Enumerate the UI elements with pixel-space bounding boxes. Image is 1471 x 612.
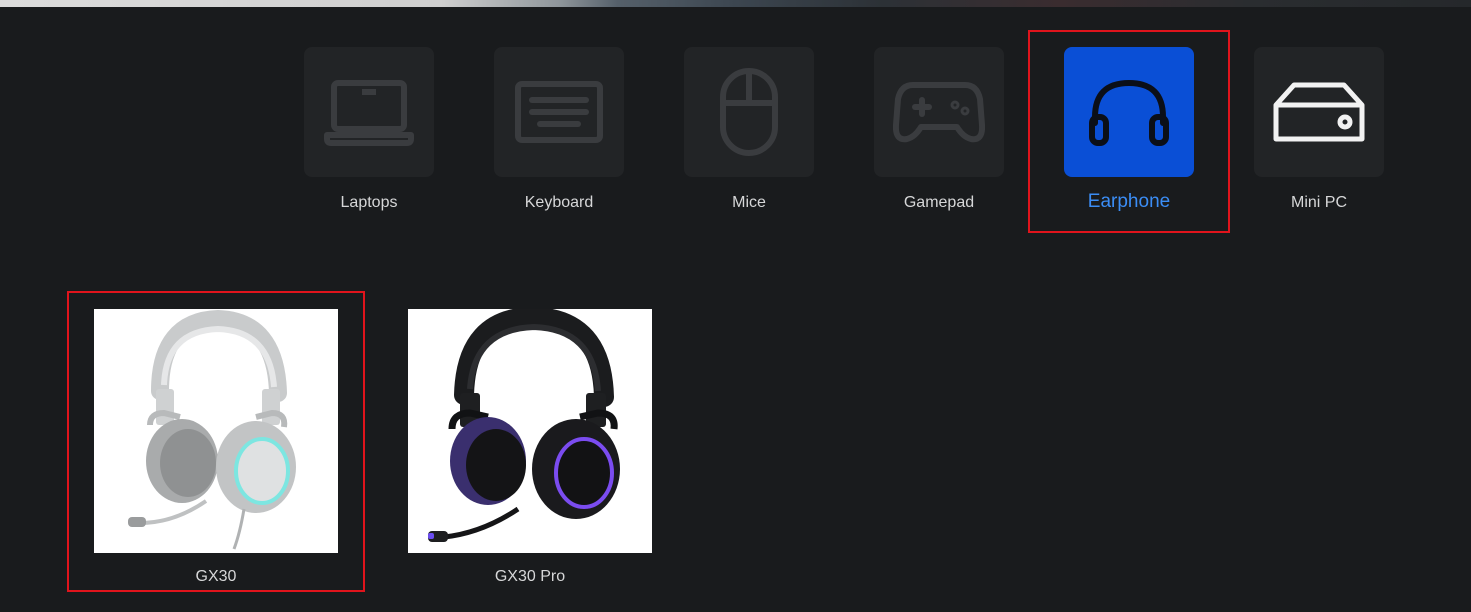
category-label: Laptops [340, 194, 398, 211]
category-mice[interactable]: Mice [684, 47, 814, 213]
category-tile[interactable] [684, 47, 814, 177]
mouse-icon [720, 68, 778, 156]
category-earphone[interactable]: Earphone [1064, 47, 1194, 212]
category-label: Earphone [1087, 191, 1171, 212]
product-image[interactable] [94, 309, 338, 553]
white-headset-image [128, 309, 296, 550]
category-tile-active[interactable] [1064, 47, 1194, 177]
keyboard-icon [515, 81, 603, 143]
category-label: Mice [732, 194, 766, 211]
browser-top-strip [0, 0, 1471, 7]
product-image[interactable] [408, 309, 652, 553]
category-laptops[interactable]: Laptops [304, 47, 434, 213]
category-label: Gamepad [903, 194, 975, 211]
product-card-gx30[interactable]: GX30 [94, 309, 338, 587]
category-tile[interactable] [874, 47, 1004, 177]
category-gamepad[interactable]: Gamepad [874, 47, 1004, 213]
laptop-icon [324, 80, 414, 146]
product-name: GX30 Pro [494, 568, 566, 585]
product-name: GX30 [195, 568, 237, 585]
headphones-icon [1089, 80, 1169, 146]
category-tile[interactable] [1254, 47, 1384, 177]
product-card-gx30-pro[interactable]: GX30 Pro [408, 309, 652, 587]
category-label: Mini PC [1290, 194, 1347, 211]
category-keyboard[interactable]: Keyboard [494, 47, 624, 213]
mini-pc-icon [1273, 82, 1365, 142]
gamepad-icon [893, 82, 985, 143]
category-label: Keyboard [524, 194, 594, 211]
black-purple-headset-image [428, 309, 620, 542]
category-tile[interactable] [304, 47, 434, 177]
category-tile[interactable] [494, 47, 624, 177]
category-mini-pc[interactable]: Mini PC [1254, 47, 1384, 213]
